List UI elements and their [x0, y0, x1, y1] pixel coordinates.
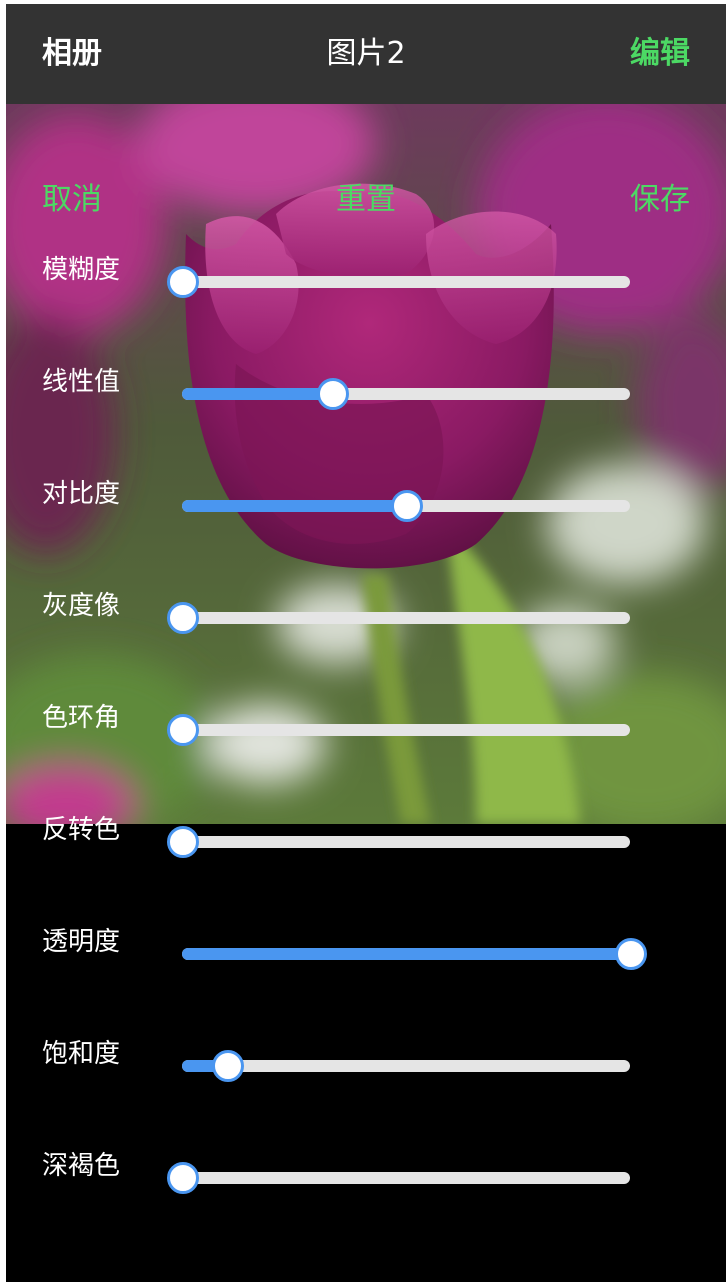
saturation-slider-track[interactable] [182, 1050, 630, 1082]
hue-slider-track[interactable] [167, 714, 630, 746]
opacity-slider-track[interactable] [182, 938, 647, 970]
edit-button[interactable]: 编辑 [630, 34, 690, 74]
slider-row-contrast: 对比度 [6, 474, 726, 534]
hue-label: 色环角 [42, 703, 121, 733]
linear-slider-thumb[interactable] [317, 378, 350, 410]
hue-slider-thumb[interactable] [167, 714, 199, 746]
contrast-slider-thumb[interactable] [391, 490, 423, 522]
linear-label: 线性值 [42, 367, 121, 397]
blur-slider-thumb[interactable] [167, 266, 199, 298]
contrast-label: 对比度 [42, 479, 121, 509]
linear-slider-fill [182, 388, 333, 400]
slider-row-sepia: 深褐色 [6, 1146, 726, 1206]
contrast-slider-fill [182, 500, 406, 512]
blur-label: 模糊度 [42, 255, 121, 285]
slider-row-hue: 色环角 [6, 698, 726, 758]
opacity-label: 透明度 [42, 927, 121, 957]
reset-button[interactable]: 重置 [6, 180, 726, 220]
slider-row-grayscale: 灰度像 [6, 586, 726, 646]
invert-slider-track[interactable] [167, 826, 630, 858]
opacity-slider-fill [182, 948, 630, 960]
linear-slider-track[interactable] [182, 378, 630, 410]
saturation-slider-thumb[interactable] [211, 1050, 244, 1082]
navigation-bar: 相册 图片2 编辑 [6, 4, 726, 104]
opacity-slider-thumb[interactable] [615, 938, 647, 970]
grayscale-slider-thumb[interactable] [167, 602, 199, 634]
sepia-label: 深褐色 [42, 1151, 121, 1181]
page-title: 图片2 [326, 36, 406, 71]
grayscale-label: 灰度像 [42, 591, 121, 621]
slider-row-invert: 反转色 [6, 810, 726, 870]
blur-slider-track[interactable] [167, 266, 630, 298]
editor-screen: 相册 图片2 编辑 取消 重置 保存 模糊度 线性值 对比度 灰度像 色环角 反… [6, 4, 726, 1282]
slider-row-opacity: 透明度 [6, 922, 726, 982]
slider-row-blur: 模糊度 [6, 250, 726, 310]
grayscale-slider-track[interactable] [167, 602, 630, 634]
slider-row-saturation: 饱和度 [6, 1034, 726, 1094]
save-button[interactable]: 保存 [630, 180, 690, 220]
contrast-slider-track[interactable] [182, 490, 630, 522]
sepia-slider-track[interactable] [167, 1162, 630, 1194]
sepia-slider-thumb[interactable] [167, 1162, 199, 1194]
slider-row-linear: 线性值 [6, 362, 726, 422]
invert-slider-thumb[interactable] [167, 826, 199, 858]
saturation-label: 饱和度 [42, 1039, 121, 1069]
invert-label: 反转色 [42, 815, 121, 845]
